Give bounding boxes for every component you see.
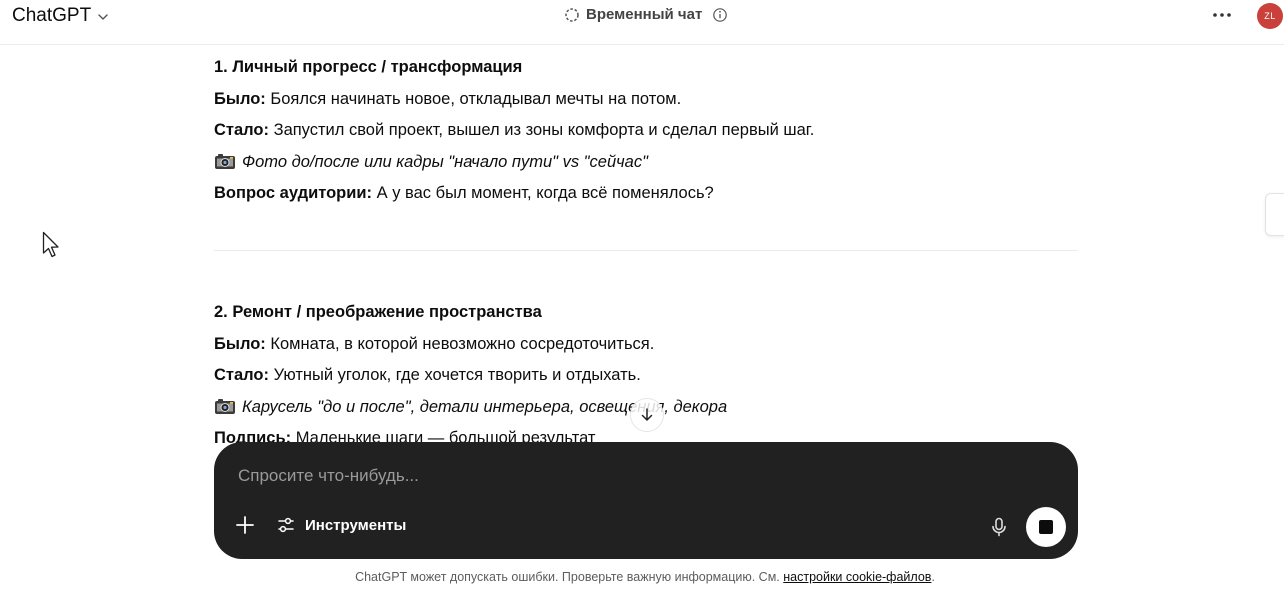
question-label: Вопрос аудитории: xyxy=(214,184,373,202)
camera-icon xyxy=(215,153,235,169)
before-line: Было: Комната, в которой невозможно соср… xyxy=(214,329,1078,361)
before-line: Было: Боялся начинать новое, откладывал … xyxy=(214,84,1078,116)
disclaimer: ChatGPT может допускать ошибки. Проверьт… xyxy=(0,570,1284,584)
photo-line: Фото до/после или кадры "начало пути" vs… xyxy=(214,147,1078,179)
chat-title: Временный чат xyxy=(586,6,703,23)
message-composer: Инструменты xyxy=(214,442,1078,559)
before-label: Было: xyxy=(214,334,266,353)
arrow-down-icon xyxy=(641,408,653,421)
tools-button[interactable]: Инструменты xyxy=(276,515,406,535)
question-text: А у вас был момент, когда всё поменялось… xyxy=(372,184,714,202)
more-options-icon[interactable] xyxy=(1210,3,1234,27)
question-line: Вопрос аудитории: А у вас был момент, ко… xyxy=(214,178,1078,210)
model-switcher[interactable]: ChatGPT xyxy=(12,5,109,27)
top-bar: ChatGPT Временный чат ZL xyxy=(0,0,1284,45)
photo-text: Фото до/после или кадры "начало пути" vs… xyxy=(242,152,648,171)
brand-label: ChatGPT xyxy=(12,5,92,26)
side-panel-handle[interactable] xyxy=(1265,193,1284,236)
after-text: Уютный уголок, где хочется творить и отд… xyxy=(269,366,641,384)
section-heading: 2. Ремонт / преображение пространства xyxy=(214,303,542,321)
sliders-icon xyxy=(278,517,294,533)
section-divider xyxy=(214,250,1078,251)
disclaimer-text: ChatGPT может допускать ошибки. Проверьт… xyxy=(355,570,784,584)
before-label: Было: xyxy=(214,89,266,108)
mouse-cursor-icon xyxy=(42,231,59,258)
stop-icon xyxy=(1039,520,1053,534)
assistant-message-section-1: 1. Личный прогресс / трансформация Было:… xyxy=(214,52,1078,210)
after-line: Стало: Уютный уголок, где хочется творит… xyxy=(214,360,1078,392)
stop-generating-button[interactable] xyxy=(1026,507,1066,547)
tools-label: Инструменты xyxy=(305,516,407,534)
info-icon[interactable] xyxy=(712,7,728,23)
before-text: Боялся начинать новое, откладывал мечты … xyxy=(265,89,682,108)
scroll-to-bottom-button[interactable] xyxy=(630,398,664,432)
camera-icon xyxy=(215,398,235,414)
after-line: Стало: Запустил свой проект, вышел из зо… xyxy=(214,115,1078,147)
section-heading: 1. Личный прогресс / трансформация xyxy=(214,58,523,76)
after-label: Стало: xyxy=(214,366,270,384)
after-label: Стало: xyxy=(214,121,270,139)
disclaimer-suffix: . xyxy=(931,570,935,584)
temporary-chat-icon xyxy=(565,7,579,22)
avatar-initials: ZL xyxy=(1264,11,1276,21)
add-attachment-icon[interactable] xyxy=(234,514,256,536)
temporary-chat-indicator: Временный чат xyxy=(564,6,728,23)
cookie-settings-link[interactable]: настройки cookie-файлов xyxy=(783,570,931,584)
microphone-icon[interactable] xyxy=(988,516,1010,538)
avatar[interactable]: ZL xyxy=(1257,3,1283,29)
prompt-input[interactable] xyxy=(236,462,940,490)
after-text: Запустил свой проект, вышел из зоны комф… xyxy=(269,121,815,139)
chevron-down-icon xyxy=(98,14,108,20)
before-text: Комната, в которой невозможно сосредоточ… xyxy=(265,334,655,353)
